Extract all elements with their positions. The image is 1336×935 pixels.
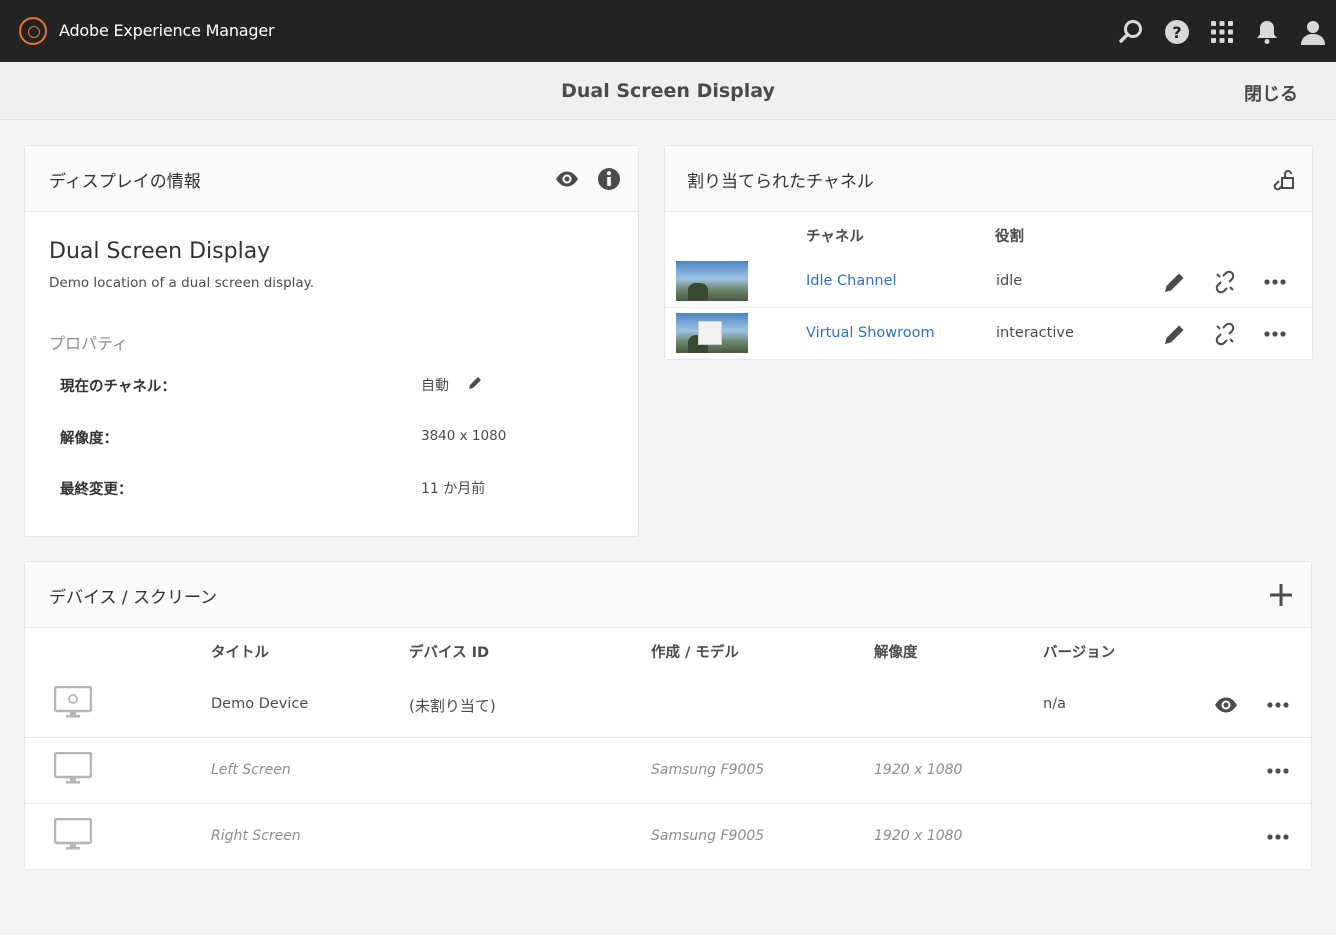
property-value-last-modified: 11 か月前 [421, 481, 486, 497]
channel-thumbnail [676, 261, 748, 301]
device-title[interactable]: Demo Device [211, 696, 308, 712]
close-button[interactable]: 閉じる [1244, 80, 1298, 106]
channel-role: interactive [996, 325, 1074, 341]
assigned-channels-heading: 割り当てられたチャネル [687, 172, 874, 192]
more-actions-icon[interactable] [1262, 269, 1288, 295]
property-label-resolution: 解像度： [60, 431, 118, 447]
search-icon[interactable] [1117, 18, 1145, 46]
device-monitor-icon [54, 818, 92, 850]
more-actions-icon[interactable] [1265, 692, 1291, 718]
property-label-last-modified: 最終変更： [60, 482, 133, 498]
device-resolution: 1920 x 1080 [874, 828, 963, 844]
more-actions-icon[interactable] [1265, 824, 1291, 850]
channel-thumbnail [676, 313, 748, 353]
display-info-card: ディスプレイの情報 Dual Screen Display Demo locat… [24, 145, 639, 537]
column-header-version[interactable]: バージョン [1043, 641, 1115, 662]
property-value-resolution: 3840 x 1080 [421, 428, 507, 444]
device-model: Samsung F9005 [651, 828, 765, 844]
devices-screens-heading: デバイス / スクリーン [49, 588, 218, 608]
preview-eye-icon[interactable] [1213, 692, 1239, 718]
edit-pencil-icon[interactable] [1162, 321, 1188, 347]
shell-bar: Adobe Experience Manager ? [0, 0, 1336, 62]
device-row[interactable]: Right Screen Samsung F9005 1920 x 1080 [25, 804, 1311, 870]
more-actions-icon[interactable] [1262, 321, 1288, 347]
device-model: Samsung F9005 [651, 762, 765, 778]
unlink-icon[interactable] [1212, 321, 1238, 347]
device-monitor-icon [54, 752, 92, 784]
column-header-role[interactable]: 役割 [995, 225, 1024, 246]
device-title[interactable]: Left Screen [211, 762, 291, 778]
device-version: n/a [1043, 696, 1066, 712]
channel-row[interactable]: Idle Channel idle [665, 256, 1312, 308]
display-info-header: ディスプレイの情報 [25, 146, 638, 212]
channel-link[interactable]: Idle Channel [806, 273, 897, 289]
brand-name[interactable]: Adobe Experience Manager [59, 21, 275, 40]
device-id: (未割り当て) [409, 697, 496, 715]
user-icon[interactable] [1299, 18, 1327, 46]
properties-heading: プロパティ [49, 334, 129, 353]
bell-icon[interactable] [1253, 18, 1281, 46]
help-icon[interactable]: ? [1163, 18, 1191, 46]
column-header-title[interactable]: タイトル [211, 641, 269, 662]
preview-eye-icon[interactable] [554, 166, 580, 192]
assign-channel-link-icon[interactable] [1270, 167, 1296, 193]
svg-text:?: ? [1172, 23, 1181, 42]
display-info-heading: ディスプレイの情報 [49, 172, 201, 192]
channel-role: idle [996, 273, 1023, 289]
edit-current-channel-icon[interactable] [466, 374, 484, 392]
add-plus-icon[interactable] [1268, 582, 1294, 608]
assigned-channels-card: 割り当てられたチャネル チャネル 役割 Idle Channel idle Vi… [664, 145, 1313, 360]
property-label-current-channel: 現在のチャネル： [60, 379, 176, 395]
device-resolution: 1920 x 1080 [874, 762, 963, 778]
property-value-current-channel: 自動 [421, 378, 449, 394]
column-header-device-id[interactable]: デバイス ID [409, 641, 489, 662]
device-monitor-icon [54, 686, 92, 718]
column-header-channel[interactable]: チャネル [806, 225, 864, 246]
device-row[interactable]: Left Screen Samsung F9005 1920 x 1080 [25, 738, 1311, 804]
column-header-resolution[interactable]: 解像度 [874, 641, 918, 662]
column-header-make-model[interactable]: 作成 / モデル [651, 641, 739, 662]
devices-screens-header: デバイス / スクリーン [25, 562, 1311, 628]
info-icon[interactable] [596, 166, 622, 192]
channel-link[interactable]: Virtual Showroom [806, 325, 935, 341]
page-title: Dual Screen Display [561, 80, 775, 102]
aem-logo-icon[interactable] [19, 17, 47, 45]
assigned-channels-header: 割り当てられたチャネル [665, 146, 1312, 212]
title-bar: Dual Screen Display 閉じる [0, 62, 1336, 120]
unlink-icon[interactable] [1212, 269, 1238, 295]
display-description: Demo location of a dual screen display. [49, 275, 315, 291]
device-row[interactable]: Demo Device (未割り当て) n/a [25, 672, 1311, 738]
edit-pencil-icon[interactable] [1162, 269, 1188, 295]
display-name: Dual Screen Display [49, 239, 271, 264]
device-title[interactable]: Right Screen [211, 828, 301, 844]
apps-grid-icon[interactable] [1208, 18, 1236, 46]
devices-screens-card: デバイス / スクリーン タイトル デバイス ID 作成 / モデル 解像度 バ… [24, 561, 1312, 870]
more-actions-icon[interactable] [1265, 758, 1291, 784]
channel-row[interactable]: Virtual Showroom interactive [665, 308, 1312, 360]
